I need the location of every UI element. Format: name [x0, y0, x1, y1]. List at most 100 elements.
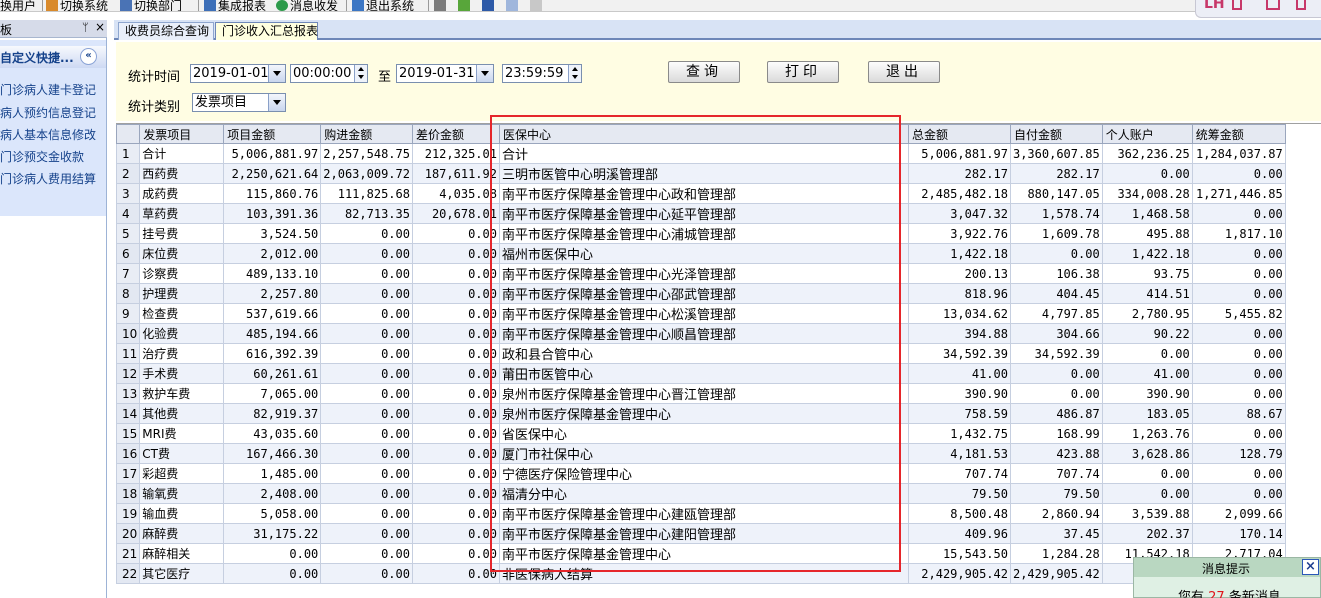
insurance-center-cell[interactable]: 福清分中心 — [498, 483, 909, 504]
amount-cell[interactable]: 1,422.18 — [1101, 243, 1193, 264]
amount-cell[interactable]: 1,422.18 — [907, 243, 1011, 264]
amount-cell[interactable]: 3,539.88 — [1101, 503, 1193, 524]
insurance-center-cell[interactable]: 莆田市医管中心 — [498, 363, 909, 384]
amount-cell[interactable]: 5,006,881.97 — [907, 143, 1011, 164]
amount-cell[interactable]: 282.17 — [907, 163, 1011, 184]
table-row[interactable]: 4 草药费 103,391.36 82,713.35 20,678.01 南平市医疗保障基… — [115, 203, 1286, 224]
integrated-report-button[interactable]: 集成报表 — [204, 0, 266, 11]
table-row[interactable]: 17 彩超费 1,485.00 0.00 0.00 宁德医疗保险管理中心 707.74 707… — [115, 463, 1286, 484]
amount-cell[interactable]: 5,455.82 — [1191, 303, 1286, 324]
table-row[interactable]: 21 麻醉相关 0.00 0.00 0.00 南平市医疗保障基金管理中心 15,543.50… — [115, 543, 1286, 564]
amount-cell[interactable]: 7,065.00 — [223, 383, 322, 404]
invoice-item-cell[interactable]: 输氧费 — [139, 483, 225, 504]
table-row[interactable]: 20 麻醉费 31,175.22 0.00 0.00 南平市医疗保障基金管理中心建阳管理部… — [115, 523, 1286, 544]
amount-cell[interactable]: 2,257.80 — [223, 283, 322, 304]
table-row[interactable]: 3 成药费 115,860.76 111,825.68 4,035.08 南平市医疗保障基… — [115, 183, 1286, 204]
amount-cell[interactable]: 0.00 — [1191, 423, 1286, 444]
amount-cell[interactable]: 2,408.00 — [223, 483, 322, 504]
amount-cell[interactable]: 3,524.50 — [223, 223, 322, 244]
amount-cell[interactable]: 304.66 — [1009, 323, 1103, 344]
amount-cell[interactable]: 0.00 — [411, 243, 500, 264]
insurance-center-cell[interactable]: 南平市医疗保障基金管理中心政和管理部 — [498, 183, 909, 204]
amount-cell[interactable]: 616,392.39 — [223, 343, 322, 364]
shortcut-item[interactable]: 病人基本信息修改 — [0, 124, 96, 146]
amount-cell[interactable]: 0.00 — [223, 543, 322, 564]
amount-cell[interactable]: 1,284.28 — [1009, 543, 1103, 564]
amount-cell[interactable]: 0.00 — [223, 563, 322, 584]
amount-cell[interactable]: 0.00 — [411, 423, 500, 444]
invoice-item-cell[interactable]: 其它医疗 — [139, 563, 225, 584]
amount-cell[interactable]: 0.00 — [1009, 243, 1103, 264]
column-header[interactable]: 购进金额 — [320, 124, 413, 144]
start-time-input[interactable]: 00:00:00 — [290, 64, 368, 83]
spinner-icon[interactable] — [568, 65, 581, 82]
amount-cell[interactable]: 0.00 — [1191, 483, 1286, 504]
insurance-center-cell[interactable]: 政和县合管中心 — [498, 343, 909, 364]
close-icon[interactable]: × — [1302, 559, 1319, 575]
amount-cell[interactable]: 0.00 — [1101, 483, 1193, 504]
popup-message[interactable]: 您有 27 条新消息 — [1178, 586, 1281, 598]
amount-cell[interactable]: 5,006,881.97 — [223, 143, 322, 164]
amount-cell[interactable]: 20,678.01 — [411, 203, 500, 224]
insurance-center-cell[interactable]: 福州市医保中心 — [498, 243, 909, 264]
amount-cell[interactable]: 707.74 — [907, 463, 1011, 484]
amount-cell[interactable]: 0.00 — [1009, 383, 1103, 404]
checkbox-icon[interactable] — [482, 0, 494, 11]
amount-cell[interactable]: 170.14 — [1191, 523, 1286, 544]
invoice-item-cell[interactable]: 成药费 — [139, 183, 225, 204]
amount-cell[interactable]: 0.00 — [320, 303, 413, 324]
query-button[interactable]: 查询 — [668, 61, 740, 83]
amount-cell[interactable]: 0.00 — [411, 343, 500, 364]
invoice-item-cell[interactable]: 诊察费 — [139, 263, 225, 284]
amount-cell[interactable]: 0.00 — [320, 523, 413, 544]
amount-cell[interactable]: 0.00 — [320, 543, 413, 564]
amount-cell[interactable]: 3,922.76 — [907, 223, 1011, 244]
table-row[interactable]: 22 其它医疗 0.00 0.00 0.00 非医保病人结算 2,429,905.42 2,4… — [115, 563, 1286, 584]
collapse-icon[interactable]: « — [80, 48, 97, 65]
amount-cell[interactable]: 0.00 — [320, 503, 413, 524]
insurance-center-cell[interactable]: 南平市医疗保障基金管理中心邵武管理部 — [498, 283, 909, 304]
amount-cell[interactable]: 414.51 — [1101, 283, 1193, 304]
pin-icon[interactable]: ᛘ — [82, 21, 89, 34]
chevron-down-icon[interactable] — [476, 65, 493, 82]
amount-cell[interactable]: 3,628.86 — [1101, 443, 1193, 464]
close-icon[interactable]: × — [95, 20, 105, 34]
amount-cell[interactable]: 334,008.28 — [1101, 183, 1193, 204]
amount-cell[interactable]: 489,133.10 — [223, 263, 322, 284]
amount-cell[interactable]: 37.45 — [1009, 523, 1103, 544]
amount-cell[interactable]: 1,432.75 — [907, 423, 1011, 444]
amount-cell[interactable]: 2,063,009.72 — [320, 163, 413, 184]
amount-cell[interactable]: 88.67 — [1191, 403, 1286, 424]
switch-user-button[interactable]: 换用户 — [0, 0, 36, 11]
invoice-item-cell[interactable]: 输血费 — [139, 503, 225, 524]
amount-cell[interactable]: 115,860.76 — [223, 183, 322, 204]
amount-cell[interactable]: 1,263.76 — [1101, 423, 1193, 444]
amount-cell[interactable]: 0.00 — [320, 443, 413, 464]
amount-cell[interactable]: 282.17 — [1009, 163, 1103, 184]
amount-cell[interactable]: 0.00 — [320, 463, 413, 484]
amount-cell[interactable]: 1,284,037.87 — [1191, 143, 1286, 164]
amount-cell[interactable]: 167,466.30 — [223, 443, 322, 464]
invoice-item-cell[interactable]: 草药费 — [139, 203, 225, 224]
shortcut-item[interactable]: 门诊病人费用结算 — [0, 168, 96, 190]
amount-cell[interactable]: 0.00 — [411, 303, 500, 324]
amount-cell[interactable]: 200.13 — [907, 263, 1011, 284]
shortcut-item[interactable]: 病人预约信息登记 — [0, 102, 96, 124]
table-row[interactable]: 16 CT费 167,466.30 0.00 0.00 厦门市社保中心 4,181.53 42… — [115, 443, 1286, 464]
column-header[interactable]: 项目金额 — [223, 124, 322, 144]
table-row[interactable]: 14 其他费 82,919.37 0.00 0.00 泉州市医疗保障基金管理中心 758.5… — [115, 403, 1286, 424]
spinner-icon[interactable] — [354, 65, 367, 82]
amount-cell[interactable]: 1,817.10 — [1191, 223, 1286, 244]
amount-cell[interactable]: 758.59 — [907, 403, 1011, 424]
amount-cell[interactable]: 0.00 — [411, 563, 500, 584]
amount-cell[interactable]: 2,257,548.75 — [320, 143, 413, 164]
amount-cell[interactable]: 0.00 — [411, 283, 500, 304]
amount-cell[interactable]: 0.00 — [320, 243, 413, 264]
invoice-item-cell[interactable]: 化验费 — [139, 323, 225, 344]
invoice-item-cell[interactable]: 手术费 — [139, 363, 225, 384]
keyboard-icon[interactable] — [1266, 0, 1280, 10]
amount-cell[interactable]: 0.00 — [320, 263, 413, 284]
amount-cell[interactable]: 423.88 — [1009, 443, 1103, 464]
amount-cell[interactable]: 1,578.74 — [1009, 203, 1103, 224]
amount-cell[interactable]: 2,860.94 — [1009, 503, 1103, 524]
